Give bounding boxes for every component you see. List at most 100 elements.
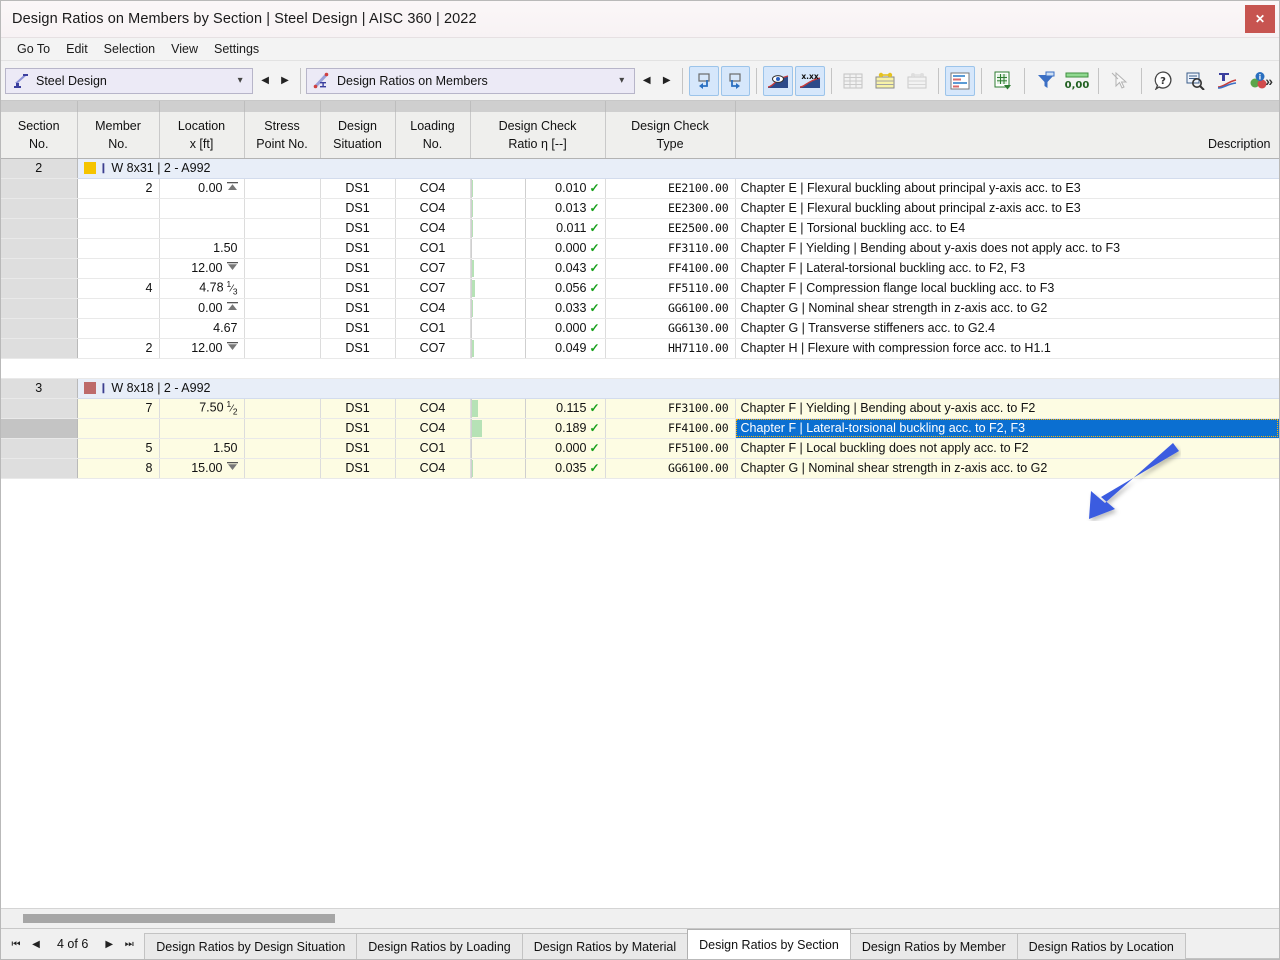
column-header-section-no[interactable]: Section No.	[1, 112, 78, 159]
description-cell[interactable]: Chapter G | Nominal shear strength in z-…	[735, 298, 1279, 319]
table-next-button[interactable]: ▶	[656, 67, 677, 94]
row-header-cell[interactable]	[1, 418, 78, 439]
select-cursor-icon[interactable]	[1105, 66, 1135, 96]
row-header-cell[interactable]	[1, 238, 78, 259]
table-row[interactable]: DS1 CO4 0.011 ✓ EE2500.00 Chapter E | Torsion…	[1, 218, 1279, 239]
table-row[interactable]: 1.50 DS1 CO1 0.000 ✓ FF3110.00 Chapter F | Yie…	[1, 238, 1279, 259]
row-header-cell[interactable]	[1, 458, 78, 479]
column-header-design-situation[interactable]: Design Situation	[320, 112, 396, 159]
section-group-header[interactable]: Ⅰ W 8x31 | 2 - A992	[77, 158, 1279, 179]
design-check-ratio-cell: 0.049 ✓	[470, 338, 606, 359]
restore-next-icon[interactable]	[720, 65, 751, 96]
description-cell[interactable]: Chapter F | Yielding | Bending about y-a…	[735, 398, 1279, 419]
row-header-cell[interactable]	[1, 438, 78, 459]
menu-item-view[interactable]: View	[163, 40, 206, 58]
row-header-cell[interactable]	[1, 278, 78, 299]
description-cell[interactable]: Chapter F | Local buckling does not appl…	[735, 438, 1279, 459]
filter-icon[interactable]	[1031, 66, 1061, 96]
menu-item-edit[interactable]: Edit	[58, 40, 96, 58]
table-row[interactable]: DS1 CO4 0.189 ✓ FF4100.00 Chapter F | Lateral…	[1, 418, 1279, 439]
column-header-description[interactable]: Description	[735, 112, 1279, 159]
menu-item-settings[interactable]: Settings	[206, 40, 267, 58]
description-cell[interactable]: Chapter G | Nominal shear strength in z-…	[735, 458, 1279, 479]
table-row[interactable]: 2 0.00 DS1 CO4 0.010 ✓ EE2100.00 Chapter E | Fl…	[1, 178, 1279, 199]
column-header-design-check-type[interactable]: Design Check Type	[605, 112, 736, 159]
description-cell[interactable]: Chapter F | Compression flange local buc…	[735, 278, 1279, 299]
table-plain-icon[interactable]	[838, 66, 868, 96]
table-prev-button[interactable]: ◀	[636, 67, 657, 94]
help-icon[interactable]: ?	[1148, 66, 1178, 96]
tab-design-ratios-by-member[interactable]: Design Ratios by Member	[849, 933, 1018, 959]
section-view-icon[interactable]	[1212, 66, 1242, 96]
toolbar-overflow-button[interactable]: »	[1265, 73, 1273, 89]
row-header-cell[interactable]	[1, 198, 78, 219]
table-highlight-icon[interactable]	[870, 66, 900, 96]
table-row[interactable]: 2 12.00 DS1 CO7 0.049 ✓ HH7110.00 Chapter H | F…	[1, 338, 1279, 359]
row-header-cell[interactable]	[1, 318, 78, 339]
last-page-button[interactable]: ⏭	[120, 933, 138, 955]
description-cell[interactable]: Chapter F | Yielding | Bending about y-a…	[735, 238, 1279, 259]
horizontal-scrollbar[interactable]	[1, 908, 1279, 928]
design-check-ratio-cell: 0.043 ✓	[470, 258, 606, 279]
row-header-cell[interactable]	[1, 338, 78, 359]
menu-item-go-to[interactable]: Go To	[9, 40, 58, 58]
show-values-icon[interactable]: x.xx	[795, 65, 826, 96]
hscroll-thumb[interactable]	[23, 913, 335, 923]
row-header-cell[interactable]	[1, 218, 78, 239]
column-header-loading-no[interactable]: Loading No.	[395, 112, 471, 159]
decimal-places-icon[interactable]: 0,00	[1063, 66, 1093, 96]
tab-design-ratios-by-loading[interactable]: Design Ratios by Loading	[356, 933, 523, 959]
design-ratio-icon	[313, 72, 330, 89]
location-cell: 1.50	[159, 238, 245, 259]
table-row[interactable]: 4.67 DS1 CO1 0.000 ✓ GG6130.00 Chapter G | Tra…	[1, 318, 1279, 339]
bar-chart-icon[interactable]	[944, 65, 975, 96]
row-header-cell[interactable]	[1, 298, 78, 319]
table-row[interactable]: 8 15.00 DS1 CO4 0.035 ✓ GG6100.00 Chapter G | N…	[1, 458, 1279, 479]
first-page-button[interactable]: ⏮	[7, 933, 25, 955]
table-combobox[interactable]: Design Ratios on Members ▾	[305, 67, 635, 94]
table-row[interactable]: 5 1.50 DS1 CO1 0.000 ✓ FF5100.00 Chapter F | Lo…	[1, 438, 1279, 459]
description-cell[interactable]: Chapter H | Flexure with compression for…	[735, 338, 1279, 359]
chevron-down-icon[interactable]: ▾	[232, 75, 248, 86]
column-resize-strip[interactable]	[1, 101, 1279, 112]
next-page-button[interactable]: ▶	[100, 933, 118, 955]
table-grey-icon[interactable]	[902, 66, 932, 96]
column-header-design-check-ratio[interactable]: Design Check Ratio η [--]	[470, 112, 606, 159]
column-header-stress-point-no[interactable]: Stress Point No.	[244, 112, 321, 159]
tab-design-ratios-by-section[interactable]: Design Ratios by Section	[687, 929, 851, 959]
previous-page-button[interactable]: ◀	[27, 933, 45, 955]
menu-item-selection[interactable]: Selection	[96, 40, 163, 58]
column-header-member-no[interactable]: Member No.	[77, 112, 160, 159]
description-cell[interactable]: Chapter F | Lateral-torsional buckling a…	[735, 258, 1279, 279]
table-row[interactable]: 4 4.78 1⁄3 DS1 CO7 0.056 ✓ FF5110.00 Chapter F |…	[1, 278, 1279, 299]
inspect-icon[interactable]	[1180, 66, 1210, 96]
chevron-down-icon[interactable]: ▾	[614, 75, 630, 86]
description-cell[interactable]: Chapter F | Lateral-torsional buckling a…	[735, 418, 1279, 439]
table-row[interactable]: 12.00 DS1 CO7 0.043 ✓ FF4100.00 Chapter F | La…	[1, 258, 1279, 279]
module-next-button[interactable]: ▶	[275, 67, 295, 94]
tab-design-ratios-by-location[interactable]: Design Ratios by Location	[1016, 933, 1186, 959]
module-prev-button[interactable]: ◀	[255, 67, 276, 94]
close-button[interactable]: ✕	[1245, 5, 1275, 33]
description-cell[interactable]: Chapter E | Flexural buckling about prin…	[735, 178, 1279, 199]
section-group-row[interactable]: 3 Ⅰ W 8x18 | 2 - A992	[1, 378, 1279, 399]
row-header-cell[interactable]	[1, 258, 78, 279]
hscroll-track[interactable]	[5, 913, 1275, 924]
column-header-location[interactable]: Location x [ft]	[159, 112, 245, 159]
show-results-icon[interactable]	[763, 65, 794, 96]
tab-design-ratios-by-material[interactable]: Design Ratios by Material	[521, 933, 689, 959]
export-excel-icon[interactable]	[988, 66, 1018, 96]
tab-design-ratios-by-design-situation[interactable]: Design Ratios by Design Situation	[144, 933, 358, 959]
restore-previous-icon[interactable]	[688, 65, 719, 96]
row-header-cell[interactable]	[1, 398, 78, 419]
table-row[interactable]: 0.00 DS1 CO4 0.033 ✓ GG6100.00 Chapter G | Nom…	[1, 298, 1279, 319]
section-group-row[interactable]: 2 Ⅰ W 8x31 | 2 - A992	[1, 158, 1279, 179]
section-group-header[interactable]: Ⅰ W 8x18 | 2 - A992	[77, 378, 1279, 399]
row-header-cell[interactable]	[1, 178, 78, 199]
description-cell[interactable]: Chapter E | Flexural buckling about prin…	[735, 198, 1279, 219]
module-combobox[interactable]: Steel Design ▾	[5, 67, 254, 94]
description-cell[interactable]: Chapter E | Torsional buckling acc. to E…	[735, 218, 1279, 239]
table-row[interactable]: 7 7.50 1⁄2 DS1 CO4 0.115 ✓ FF3100.00 Chapter F |…	[1, 398, 1279, 419]
description-cell[interactable]: Chapter G | Transverse stiffeners acc. t…	[735, 318, 1279, 339]
table-row[interactable]: DS1 CO4 0.013 ✓ EE2300.00 Chapter E | Flexura…	[1, 198, 1279, 219]
